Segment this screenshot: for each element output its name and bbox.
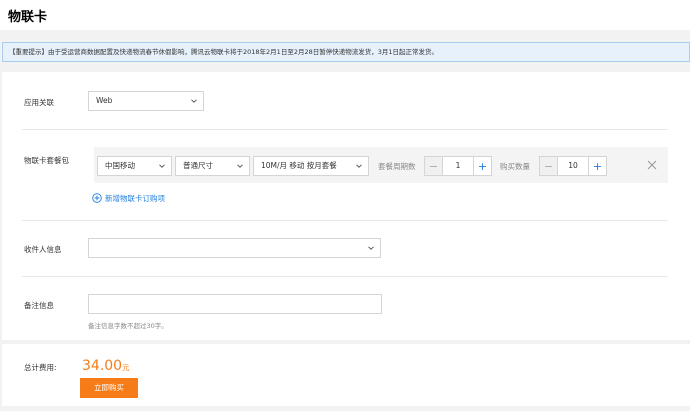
remark-label: 备注信息 [24,301,54,310]
package-label: 物联卡套餐包 [24,156,69,165]
plus-icon[interactable]: + [588,157,606,175]
carrier-select[interactable]: 中国移动 [97,156,172,176]
minus-icon[interactable]: − [425,157,443,175]
notice-banner: 【重要提示】由于受运营商数据配置及快递物流春节休假影响，腾讯云物联卡将于2018… [2,42,690,62]
recipient-label: 收件人信息 [24,245,62,254]
recipient-select[interactable] [88,238,381,258]
qty-label: 购买数量 [500,162,530,171]
plus-icon[interactable]: + [473,157,491,175]
app-link-select[interactable]: Web [88,91,204,111]
qty-stepper[interactable]: − 10 + [539,156,607,176]
remark-hint: 备注信息字数不超过30字。 [88,322,168,330]
remark-input[interactable] [88,294,382,314]
app-link-label: 应用关联 [24,98,54,107]
chevron-down-icon [159,163,165,169]
period-value[interactable]: 1 [443,157,473,175]
period-stepper[interactable]: − 1 + [424,156,492,176]
close-icon[interactable] [646,159,658,171]
chevron-down-icon [237,163,243,169]
carrier-value: 中国移动 [105,161,135,170]
minus-icon[interactable]: − [540,157,558,175]
total-unit: 元 [122,363,130,372]
page-header: 物联卡 [0,0,690,30]
add-package-link[interactable]: 新增物联卡订购项 [92,192,165,204]
chevron-down-icon [356,163,362,169]
plan-value: 10M/月 移动 按月套餐 [261,161,337,170]
divider [22,129,668,130]
add-package-label: 新增物联卡订购项 [105,193,165,203]
page-title: 物联卡 [8,10,48,25]
divider [22,276,668,277]
period-label: 套餐周期数 [378,162,416,171]
total-price: 34.00 [82,358,123,374]
buy-now-button[interactable]: 立即购买 [80,378,138,398]
app-link-value: Web [96,96,113,105]
chevron-down-icon [368,245,374,251]
qty-value[interactable]: 10 [558,157,588,175]
total-label: 总计费用: [24,363,57,372]
plus-circle-icon [92,193,102,203]
plan-select[interactable]: 10M/月 移动 按月套餐 [253,156,369,176]
size-value: 普通尺寸 [183,161,213,170]
divider [22,220,668,221]
size-select[interactable]: 普通尺寸 [175,156,250,176]
chevron-down-icon [191,98,197,104]
